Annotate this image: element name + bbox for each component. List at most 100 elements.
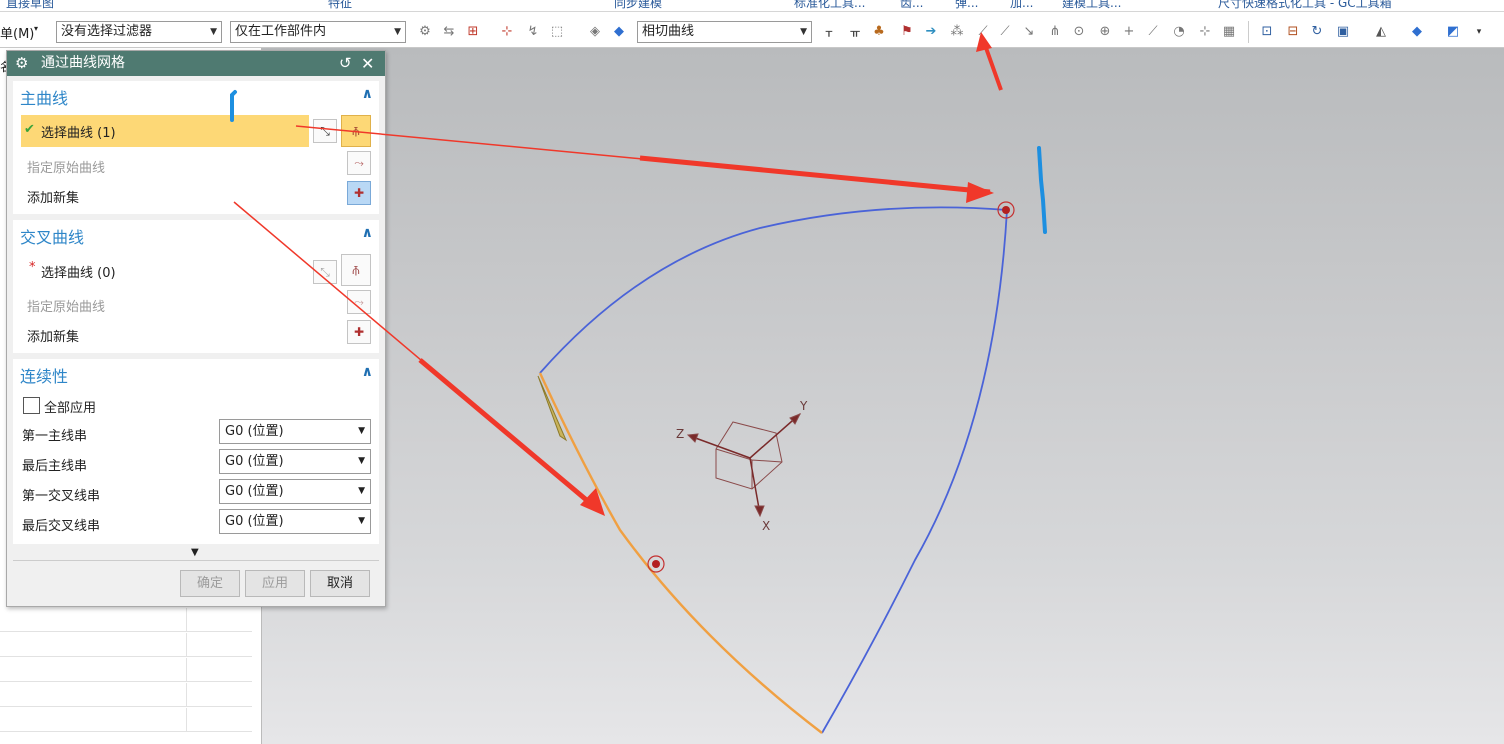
first-cross-continuity-select[interactable]: G0 (位置) ▼ [219, 479, 371, 504]
snap-grid-point-icon[interactable]: ▦ [1220, 23, 1238, 41]
snap-grid-icon[interactable]: ⁂ [948, 23, 966, 41]
type-filter-combo[interactable]: 没有选择过滤器 ▼ [56, 21, 222, 43]
last-cross-value: G0 (位置) [225, 514, 284, 529]
expand-more-icon[interactable]: ▼ [191, 547, 199, 558]
through-curve-mesh-dialog: ⚙ 通过曲线网格 ↺ ✕ 主曲线 ∧ ✔ 选择曲线 (1) ⤡ ⫚ 指定原始曲线… [6, 50, 386, 607]
primary-select-label: 选择曲线 (1) [41, 126, 116, 141]
section-header-primary[interactable]: 主曲线 [20, 85, 68, 109]
reverse-direction-button[interactable]: ⤡ [313, 119, 337, 143]
ribbon-group-machining[interactable]: 加... [1010, 0, 1033, 11]
continuity-section: 连续性 ∧ 全部应用 第一主线串 G0 (位置) ▼ 最后主线串 G0 (位置)… [13, 359, 379, 544]
snap-intersection-icon[interactable]: ⋔ [1046, 23, 1064, 41]
filter-reset-icon[interactable]: ⇆ [440, 23, 458, 41]
collapse-icon[interactable]: ∧ [362, 364, 373, 380]
filter-assembly-icon[interactable]: ⚙ [416, 23, 434, 41]
cross-select-label[interactable]: 选择曲线 (0) [41, 262, 116, 281]
curve-select-button[interactable]: ⫚ [341, 254, 371, 286]
chevron-down-icon: ▼ [210, 27, 217, 37]
last-cross-continuity-select[interactable]: G0 (位置) ▼ [219, 509, 371, 534]
curve-select-button[interactable]: ⫚ [341, 115, 371, 147]
chevron-down-icon[interactable]: ▾ [1470, 23, 1488, 41]
rotate-view-icon[interactable]: ↻ [1308, 23, 1326, 41]
snap-quadrant-icon[interactable]: ⊕ [1096, 23, 1114, 41]
required-marker: * [29, 260, 36, 275]
dialog-title-bar[interactable]: ⚙ 通过曲线网格 ↺ ✕ [7, 51, 385, 76]
close-icon[interactable]: ✕ [361, 51, 374, 76]
stop-at-intersection-icon[interactable]: ᚁ [820, 23, 838, 41]
menu-button[interactable]: 单(M) [0, 23, 34, 42]
zoom-window-icon[interactable]: ⊟ [1284, 23, 1302, 41]
ribbon-group-gc-toolbox[interactable]: 尺寸快速格式化工具 - GC工具箱 [1218, 0, 1392, 11]
ribbon-group-sync-modeling[interactable]: 同步建模 [614, 0, 662, 11]
collapse-icon[interactable]: ∧ [362, 86, 373, 102]
snap-on-curve-icon[interactable]: ⟋ [1144, 23, 1162, 41]
follow-fillet-icon[interactable]: ᚂ [846, 23, 864, 41]
feature-curve-icon[interactable]: ♣ [870, 23, 888, 41]
chevron-down-icon: ▼ [358, 426, 365, 436]
snap-point-icon[interactable]: ⊹ [498, 23, 516, 41]
fit-view-icon[interactable]: ⊡ [1258, 23, 1276, 41]
snap-existing-point-icon[interactable]: + [1120, 23, 1138, 41]
feature-select-icon[interactable]: ↯ [524, 23, 542, 41]
select-all-icon[interactable]: ⊞ [464, 23, 482, 41]
solid-cube-icon[interactable]: ◆ [610, 23, 628, 41]
last-cross-label: 最后交叉线串 [22, 519, 101, 534]
selection-scope-combo[interactable]: 仅在工作部件内 ▼ [230, 21, 406, 43]
table-row[interactable] [0, 658, 252, 682]
ok-button[interactable]: 确定 [180, 570, 240, 597]
curve-rule-value: 相切曲线 [642, 24, 695, 39]
menu-dropdown-icon[interactable]: ▾ [34, 24, 38, 33]
snap-on-face-icon[interactable]: ◔ [1170, 23, 1188, 41]
cancel-button[interactable]: 取消 [310, 570, 370, 597]
add-new-set-button[interactable]: ✚ [347, 320, 371, 344]
add-new-set-button[interactable]: ✚ [347, 181, 371, 205]
apply-button[interactable]: 应用 [245, 570, 305, 597]
ribbon-group-modeling-tools[interactable]: 建模工具... [1062, 0, 1121, 11]
snap-control-icon[interactable]: ↘ [1020, 23, 1038, 41]
ribbon-group-feature[interactable]: 特征 [328, 0, 352, 11]
ribbon-group-standard-tools[interactable]: 标准化工具... [794, 0, 865, 11]
reset-icon[interactable]: ↺ [339, 51, 352, 76]
last-primary-value: G0 (位置) [225, 454, 284, 469]
apply-all-checkbox[interactable] [23, 397, 40, 414]
table-row[interactable] [0, 633, 252, 657]
render-style-icon[interactable]: ◭ [1372, 23, 1390, 41]
primary-origin-label: 指定原始曲线 [27, 161, 106, 176]
graphics-viewport[interactable] [262, 48, 1504, 744]
table-row[interactable] [0, 683, 252, 707]
first-primary-continuity-select[interactable]: G0 (位置) ▼ [219, 419, 371, 444]
last-primary-continuity-select[interactable]: G0 (位置) ▼ [219, 449, 371, 474]
apply-all-label: 全部应用 [44, 401, 97, 416]
path-icon[interactable]: ⚑ [898, 23, 916, 41]
ribbon-group-gear[interactable]: 齿... [900, 0, 923, 11]
last-primary-label: 最后主线串 [22, 459, 88, 474]
table-row[interactable] [0, 608, 252, 632]
primary-select-row[interactable]: ✔ 选择曲线 (1) [21, 115, 309, 147]
section-header-cross[interactable]: 交叉曲线 [20, 224, 84, 248]
primary-curves-section: 主曲线 ∧ ✔ 选择曲线 (1) ⤡ ⫚ 指定原始曲线 ⤳ 添加新集 ✚ [13, 81, 379, 214]
view-orientation-icon[interactable]: ▣ [1334, 23, 1352, 41]
chevron-down-icon: ▼ [394, 27, 401, 37]
snap-center-icon[interactable]: ⊙ [1070, 23, 1088, 41]
type-filter-value: 没有选择过滤器 [61, 24, 153, 39]
display-options-icon[interactable]: ◩ [1444, 23, 1462, 41]
body-select-icon[interactable]: ◈ [586, 23, 604, 41]
ribbon-group-spring[interactable]: 弹... [955, 0, 978, 11]
snap-endpoint-icon[interactable]: ⟋ [974, 23, 992, 41]
rectangle-select-icon[interactable]: ⬚ [548, 23, 566, 41]
first-primary-value: G0 (位置) [225, 424, 284, 439]
section-header-continuity[interactable]: 连续性 [20, 363, 68, 387]
ribbon-group-direct-sketch[interactable]: 直接草图 [6, 0, 54, 11]
table-row[interactable] [0, 708, 252, 732]
reverse-direction-button[interactable]: ⤡ [313, 260, 337, 284]
shaded-cube-icon[interactable]: ◆ [1408, 23, 1426, 41]
collapse-icon[interactable]: ∧ [362, 225, 373, 241]
snap-bounded-grid-icon[interactable]: ⊹ [1196, 23, 1214, 41]
dialog-divider [13, 560, 379, 561]
origin-curve-button[interactable]: ⤳ [347, 290, 371, 314]
snap-midpoint-icon[interactable]: ⟋ [996, 23, 1014, 41]
forward-arrow-icon[interactable]: ➔ [922, 23, 940, 41]
origin-curve-button[interactable]: ⤳ [347, 151, 371, 175]
toolbar-separator [1248, 21, 1249, 43]
curve-rule-combo[interactable]: 相切曲线 ▼ [637, 21, 812, 43]
